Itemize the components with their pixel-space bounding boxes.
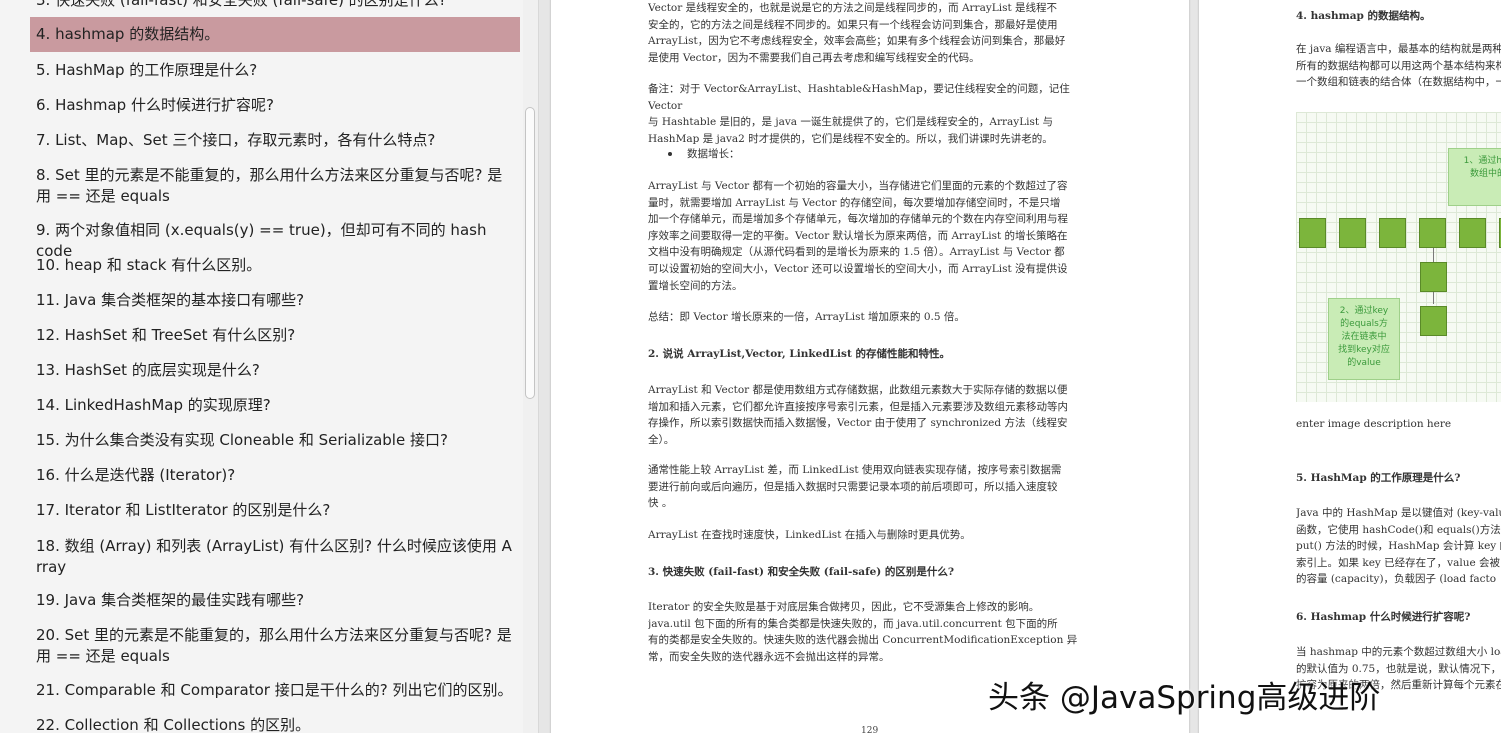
toc-item-6[interactable]: 6. Hashmap 什么时候进行扩容呢? [30,95,520,116]
callout-hash-lookup: 1、通过has 数组中的 [1448,148,1501,206]
paragraph-growth: ArrayList 与 Vector 都有一个初始的容量大小，当存储进它们里面的… [648,180,1068,292]
toc-item-11[interactable]: 11. Java 集合类框架的基本接口有哪些? [30,290,520,311]
bullet-data-growth: 数据增长： [687,148,740,160]
document-page-left: Vector 是线程安全的，也就是说是它的方法之间是线程同步的，而 ArrayL… [551,0,1189,733]
document-page-right: 4. hashmap 的数据结构。 在 java 编程语言中，最基本的结构就是两… [1199,0,1501,733]
toc-sidebar: 3. 快速失败 (fail-fast) 和安全失败 (fail-safe) 的区… [0,0,539,733]
toc-item-10[interactable]: 10. heap 和 stack 有什么区别。 [30,255,520,276]
paragraph-vector-thread-safety: Vector 是线程安全的，也就是说是它的方法之间是线程同步的，而 ArrayL… [648,2,1066,64]
paragraph-java-structures: 在 java 编程语言中，最基本的结构就是两种 所有的数据结构都可以用这两个基本… [1296,43,1501,89]
toc-item-16[interactable]: 16. 什么是迭代器 (Iterator)? [30,465,520,486]
toc-item-7[interactable]: 7. List、Map、Set 三个接口，存取元素时，各有什么特点? [30,130,520,151]
document-viewer: Vector 是线程安全的，也就是说是它的方法之间是线程同步的，而 ArrayL… [539,0,1501,733]
paragraph-fail-safe: Iterator 的安全失败是基于对底层集合做拷贝，因此，它不受源集合上修改的影… [648,601,1078,663]
paragraph-performance: 通常性能上较 ArrayList 差，而 LinkedList 使用双向链表实现… [648,464,1062,510]
toc-item-15[interactable]: 15. 为什么集合类没有实现 Cloneable 和 Serializable … [30,430,520,451]
toc-item-8[interactable]: 8. Set 里的元素是不能重复的，那么用什么方法来区分重复与否呢? 是用 ==… [30,165,520,207]
array-bucket [1379,218,1406,248]
callout-equals-lookup: 2、通过key 的equals方 法在链表中 找到key对应 的value [1328,298,1400,380]
toc-scrollbar[interactable] [523,0,538,733]
paragraph-note: 备注：对于 Vector&ArrayList、Hashtable&HashMap… [648,83,1070,145]
toc-item-21[interactable]: 21. Comparable 和 Comparator 接口是干什么的? 列出它… [30,680,520,701]
hashmap-structure-diagram: 1、通过has 数组中的 2、通过key 的equals方 法在链表中 找到ke… [1296,112,1501,402]
toc-item-13[interactable]: 13. HashSet 的底层实现是什么? [30,360,520,381]
array-bucket [1299,218,1326,248]
heading-5: 5. HashMap 的工作原理是什么? [1296,472,1461,484]
paragraph-storage: ArrayList 和 Vector 都是使用数组方式存储数据，此数组元素数大于… [648,384,1068,446]
bullet-dot [668,152,672,156]
heading-3: 3. 快速失败 (fail-fast) 和安全失败 (fail-safe) 的区… [648,566,955,578]
list-node [1420,262,1447,292]
heading-2: 2. 说说 ArrayList,Vector, LinkedList 的存储性能… [648,348,950,360]
image-caption: enter image description here [1296,418,1452,430]
toc-item-22[interactable]: 22. Collection 和 Collections 的区别。 [30,715,520,733]
toc-item-3[interactable]: 3. 快速失败 (fail-fast) 和安全失败 (fail-safe) 的区… [30,0,520,11]
toc-item-19[interactable]: 19. Java 集合类框架的最佳实践有哪些? [30,590,520,611]
list-node [1420,306,1447,336]
page-number: 129 [861,726,879,733]
toc-item-20[interactable]: 20. Set 里的元素是不能重复的，那么用什么方法来区分重复与否呢? 是用 =… [30,625,520,667]
paragraph-hashmap-principle: Java 中的 HashMap 是以键值对 (key-value 函数，它使用 … [1296,507,1501,586]
toc-item-17[interactable]: 17. Iterator 和 ListIterator 的区别是什么? [30,500,520,521]
array-bucket [1459,218,1486,248]
toc-item-14[interactable]: 14. LinkedHashMap 的实现原理? [30,395,520,416]
array-bucket [1339,218,1366,248]
paragraph-arraylist-linkedlist: ArrayList 在查找时速度快，LinkedList 在插入与删除时更具优势… [648,529,971,541]
toc-item-5[interactable]: 5. HashMap 的工作原理是什么? [30,60,520,81]
heading-4: 4. hashmap 的数据结构。 [1296,10,1431,22]
array-bucket [1419,218,1446,248]
heading-6: 6. Hashmap 什么时候进行扩容呢? [1296,611,1471,623]
toc-item-4-active[interactable]: 4. hashmap 的数据结构。 [30,17,520,52]
toc-scroll-thumb[interactable] [525,107,535,399]
watermark: 头条 @JavaSpring高级进阶 [988,680,1381,716]
toc-item-12[interactable]: 12. HashSet 和 TreeSet 有什么区别? [30,325,520,346]
toc-item-18[interactable]: 18. 数组 (Array) 和列表 (ArrayList) 有什么区别? 什么… [30,536,520,578]
paragraph-summary: 总结：即 Vector 增长原来的一倍，ArrayList 增加原来的 0.5 … [648,311,965,323]
